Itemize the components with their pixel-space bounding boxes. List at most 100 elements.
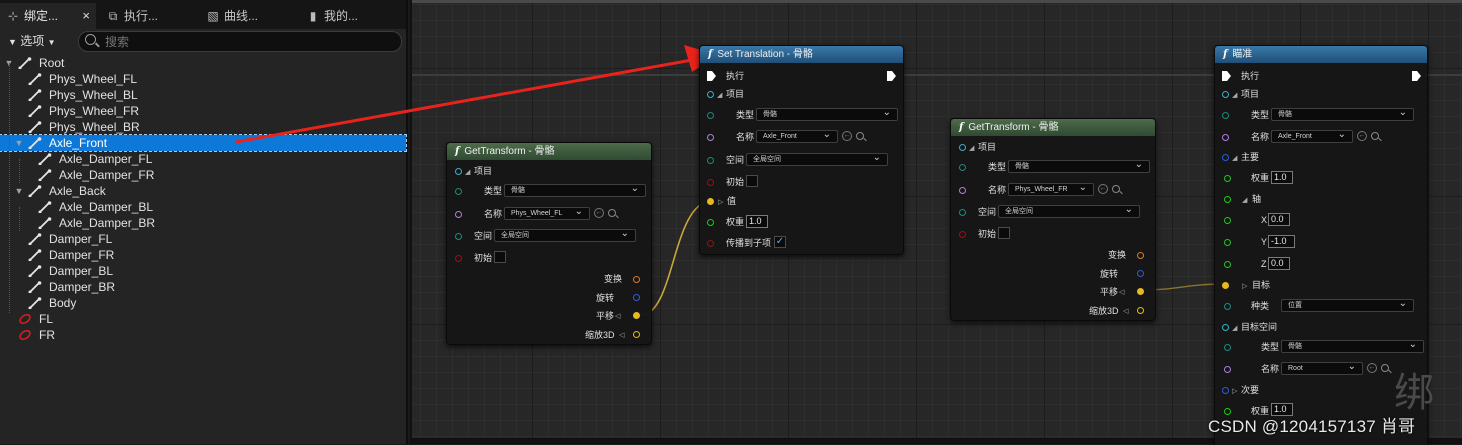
axis-y-input[interactable]: -1.0 — [1268, 235, 1295, 248]
kind-pin[interactable] — [1224, 303, 1231, 310]
transform-pin[interactable] — [633, 276, 640, 283]
initial-checkbox[interactable] — [746, 175, 758, 187]
browse-icon[interactable] — [608, 209, 616, 217]
use-selected-icon[interactable]: ← — [842, 131, 852, 141]
type-dropdown[interactable]: 骨骼 — [504, 183, 646, 197]
browse-icon[interactable] — [1381, 364, 1389, 372]
expand-down-icon[interactable]: ◢ — [717, 91, 722, 99]
tree-item[interactable]: ▼ Axle_Back — [0, 183, 406, 199]
expand-right-icon[interactable]: ▷ — [718, 198, 723, 206]
item-pin[interactable] — [707, 91, 714, 98]
weight-pin[interactable] — [707, 219, 714, 226]
ts-name-pin[interactable] — [1224, 366, 1231, 373]
name-dropdown[interactable]: Phys_Wheel_FR — [1008, 182, 1094, 196]
expand-down-icon[interactable]: ◢ — [1232, 91, 1237, 99]
name-pin[interactable] — [959, 187, 966, 194]
expand-down-icon[interactable]: ◢ — [1232, 154, 1237, 162]
target-space-pin[interactable] — [1222, 324, 1229, 331]
space-dropdown[interactable]: 全局空间 — [998, 204, 1140, 218]
tree-item[interactable]: Phys_Wheel_BL — [0, 87, 406, 103]
split-icon[interactable]: ◁ — [619, 331, 624, 339]
propagate-pin[interactable] — [707, 240, 714, 247]
space-pin[interactable] — [455, 233, 462, 240]
axis-z-pin[interactable] — [1224, 261, 1231, 268]
primary-pin[interactable] — [1222, 154, 1229, 161]
tree-item[interactable]: FL — [0, 311, 406, 327]
axis-x-input[interactable]: 0.0 — [1268, 213, 1290, 226]
translation-pin[interactable] — [1137, 288, 1144, 295]
translation-pin[interactable] — [633, 312, 640, 319]
use-selected-icon[interactable]: ← — [1367, 363, 1377, 373]
ts-type-dropdown[interactable]: 骨骼 — [1281, 339, 1424, 353]
name-dropdown[interactable]: Axle_Front — [1271, 129, 1353, 143]
expand-down-icon[interactable]: ◢ — [969, 144, 974, 152]
space-dropdown[interactable]: 全局空间 — [746, 152, 888, 166]
axis-z-input[interactable]: 0.0 — [1268, 257, 1290, 270]
ts-type-pin[interactable] — [1224, 344, 1231, 351]
value-pin[interactable] — [707, 198, 714, 205]
tree-item[interactable]: Axle_Damper_FR — [0, 167, 406, 183]
space-dropdown[interactable]: 全局空间 — [494, 228, 636, 242]
search-box[interactable] — [78, 31, 402, 52]
weight-input[interactable]: 1.0 — [746, 215, 768, 228]
tree-item[interactable]: ▼ Axle_Front — [0, 134, 407, 152]
type-pin[interactable] — [707, 112, 714, 119]
expand-right-icon[interactable]: ▷ — [1232, 387, 1237, 395]
browse-icon[interactable] — [1371, 132, 1379, 140]
type-pin[interactable] — [959, 164, 966, 171]
exec-out-pin[interactable] — [887, 71, 896, 81]
rotation-pin[interactable] — [633, 294, 640, 301]
axis-x-pin[interactable] — [1224, 217, 1231, 224]
axis-pin[interactable] — [1224, 196, 1231, 203]
browse-icon[interactable] — [856, 132, 864, 140]
space-pin[interactable] — [959, 209, 966, 216]
options-button[interactable]: ▼ 选项 ▼ — [8, 32, 56, 50]
close-icon[interactable]: × — [82, 3, 90, 29]
ts-name-dropdown[interactable]: Root — [1281, 361, 1363, 375]
type-dropdown[interactable]: 骨骼 — [1008, 159, 1150, 173]
search-input[interactable] — [105, 32, 385, 51]
split-icon[interactable]: ◁ — [1123, 307, 1128, 315]
expand-down-icon[interactable]: ◢ — [1232, 324, 1237, 332]
kind-dropdown[interactable]: 位置 — [1281, 298, 1414, 312]
weight-pin[interactable] — [1224, 175, 1231, 182]
tree-item[interactable]: Damper_BR — [0, 279, 406, 295]
initial-pin[interactable] — [455, 255, 462, 262]
initial-checkbox[interactable] — [998, 227, 1010, 239]
item-pin[interactable] — [1222, 91, 1229, 98]
node-title[interactable]: f 瞄准 — [1215, 46, 1427, 63]
use-selected-icon[interactable]: ← — [594, 208, 604, 218]
initial-pin[interactable] — [707, 179, 714, 186]
tree-item[interactable]: FR — [0, 327, 406, 343]
scale-pin[interactable] — [633, 331, 640, 338]
name-pin[interactable] — [455, 211, 462, 218]
target-pin[interactable] — [1222, 282, 1229, 289]
scale-pin[interactable] — [1137, 307, 1144, 314]
get-transform-node-2[interactable]: f GetTransform - 骨骼 ◢ 项目 类型 骨骼 名称 Phys_Wh… — [950, 118, 1156, 321]
propagate-checkbox[interactable]: ✓ — [774, 236, 786, 248]
expand-right-icon[interactable]: ▷ — [1242, 282, 1247, 290]
tree-item[interactable]: Phys_Wheel_FR — [0, 103, 406, 119]
initial-checkbox[interactable] — [494, 251, 506, 263]
tree-item[interactable]: ▼ Root — [0, 55, 406, 71]
transform-pin[interactable] — [1137, 252, 1144, 259]
exec-in-pin[interactable] — [1222, 71, 1231, 81]
tree-item[interactable]: Damper_FR — [0, 247, 406, 263]
tree-item[interactable]: Damper_FL — [0, 231, 406, 247]
split-icon[interactable]: ◁ — [615, 312, 620, 320]
exec-out-pin[interactable] — [1412, 71, 1421, 81]
tab-curves[interactable]: ▧ 曲线... — [200, 3, 296, 29]
weight-input[interactable]: 1.0 — [1271, 171, 1293, 184]
secondary-pin[interactable] — [1222, 387, 1229, 394]
type-dropdown[interactable]: 骨骼 — [1271, 107, 1414, 121]
split-icon[interactable]: ◁ — [1119, 288, 1124, 296]
exec-in-pin[interactable] — [707, 71, 716, 81]
name-pin[interactable] — [707, 134, 714, 141]
tree-item[interactable]: Axle_Damper_BL — [0, 199, 406, 215]
tree-item[interactable]: Axle_Damper_BR — [0, 215, 406, 231]
axis-y-pin[interactable] — [1224, 239, 1231, 246]
get-transform-node-1[interactable]: f GetTransform - 骨骼 ◢ 项目 类型 骨骼 名称 Phys_Wh… — [446, 142, 652, 345]
tab-execution-stack[interactable]: ⧉ 执行... — [100, 3, 196, 29]
browse-icon[interactable] — [1112, 185, 1120, 193]
initial-pin[interactable] — [959, 231, 966, 238]
